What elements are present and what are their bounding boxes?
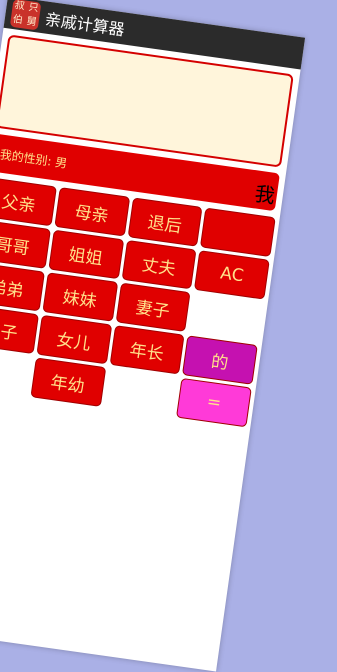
gender-label: 我的性别: 男 [0,146,69,171]
phone-screen: 叔 只 伯 舅 亲戚计算器 我的性别: 男 我 父亲 母亲 退后 哥哥 姐姐 丈… [0,0,306,672]
younger-key[interactable]: 年幼 [30,357,106,407]
app-icon: 叔 只 伯 舅 [9,0,42,31]
husband-key[interactable]: 丈夫 [121,239,197,290]
mother-key[interactable]: 母亲 [54,187,130,237]
equals-key[interactable]: = [176,377,252,428]
blank-key-4 [103,368,179,417]
younger-sister-key[interactable]: 妹妹 [42,272,118,322]
wife-key[interactable]: 妻子 [115,282,191,332]
blank-key-2 [188,293,264,342]
backspace-key[interactable]: 退后 [127,197,203,247]
app-title: 亲戚计算器 [43,9,126,40]
result-text: 我 [253,181,277,208]
blank-key[interactable] [200,207,276,258]
daughter-key[interactable]: 女儿 [36,314,112,365]
of-key[interactable]: 的 [182,335,258,385]
son-key[interactable]: 儿子 [0,304,39,354]
elder-brother-key[interactable]: 哥哥 [0,219,51,269]
father-key[interactable]: 父亲 [0,176,57,227]
keypad: 父亲 母亲 退后 哥哥 姐姐 丈夫 AC 弟弟 妹妹 妻子 儿子 女儿 年长 的… [0,176,276,428]
younger-brother-key[interactable]: 弟弟 [0,261,45,312]
elder-sister-key[interactable]: 姐姐 [48,229,124,280]
older-key[interactable]: 年长 [109,325,185,375]
blank-key-3 [0,347,33,396]
clear-key[interactable]: AC [194,250,270,300]
